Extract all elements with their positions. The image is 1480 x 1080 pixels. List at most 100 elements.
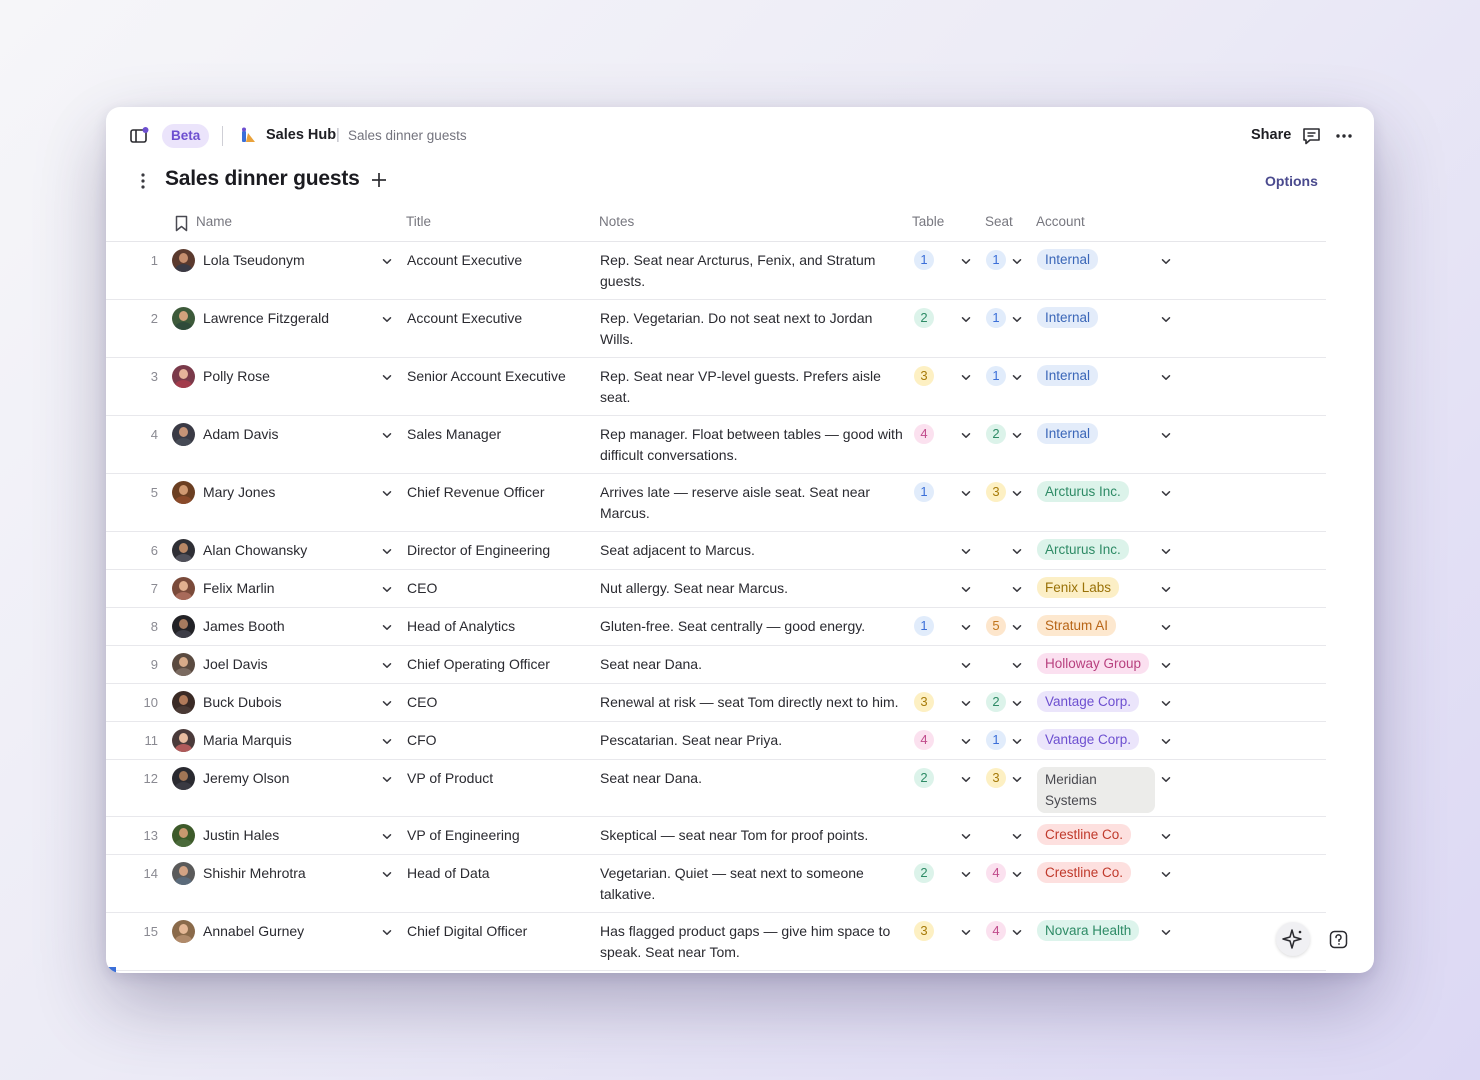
account-dropdown-chevron-icon[interactable] <box>1161 586 1171 593</box>
seat-dropdown-chevron-icon[interactable] <box>1012 662 1022 669</box>
table-row[interactable]: 1 Lola Tseudonym Account Executive Rep. Sea… <box>106 242 1326 300</box>
account-dropdown-chevron-icon[interactable] <box>1161 432 1171 439</box>
seat-dropdown-chevron-icon[interactable] <box>1012 700 1022 707</box>
seat-dropdown-chevron-icon[interactable] <box>1012 833 1022 840</box>
guest-notes[interactable]: Has flagged product gaps — give him spac… <box>600 921 905 963</box>
table-row[interactable]: 6 Alan Chowansky Director of Engineering Se… <box>106 532 1326 570</box>
seat-dropdown-chevron-icon[interactable] <box>1012 316 1022 323</box>
more-icon[interactable] <box>1334 127 1354 145</box>
table-dropdown-chevron-icon[interactable] <box>961 316 971 323</box>
guest-name[interactable]: Felix Marlin <box>203 578 275 599</box>
name-dropdown-chevron-icon[interactable] <box>382 929 392 936</box>
guest-name[interactable]: Lawrence Fitzgerald <box>203 308 329 329</box>
name-dropdown-chevron-icon[interactable] <box>382 316 392 323</box>
guest-name[interactable]: Adam Davis <box>203 424 278 445</box>
guest-name[interactable]: Jeremy Olson <box>203 768 289 789</box>
sidebar-toggle-icon[interactable] <box>130 127 149 144</box>
guest-name[interactable]: Shishir Mehrotra <box>203 863 306 884</box>
table-row[interactable]: 11 Maria Marquis CFO Pescatarian. Seat near… <box>106 722 1326 760</box>
name-dropdown-chevron-icon[interactable] <box>382 548 392 555</box>
account-dropdown-chevron-icon[interactable] <box>1161 700 1171 707</box>
guest-notes[interactable]: Arrives late — reserve aisle seat. Seat … <box>600 482 905 524</box>
account-dropdown-chevron-icon[interactable] <box>1161 662 1171 669</box>
name-dropdown-chevron-icon[interactable] <box>382 833 392 840</box>
account-dropdown-chevron-icon[interactable] <box>1161 929 1171 936</box>
account-dropdown-chevron-icon[interactable] <box>1161 258 1171 265</box>
column-header-name[interactable]: Name <box>196 214 232 229</box>
guest-notes[interactable]: Pescatarian. Seat near Priya. <box>600 730 905 751</box>
guest-name[interactable]: Joel Davis <box>203 654 268 675</box>
table-dropdown-chevron-icon[interactable] <box>961 700 971 707</box>
guest-notes[interactable]: Vegetarian. Quiet — seat next to someone… <box>600 863 905 905</box>
name-dropdown-chevron-icon[interactable] <box>382 258 392 265</box>
guest-name[interactable]: Maria Marquis <box>203 730 292 751</box>
account-dropdown-chevron-icon[interactable] <box>1161 871 1171 878</box>
seat-dropdown-chevron-icon[interactable] <box>1012 432 1022 439</box>
seat-dropdown-chevron-icon[interactable] <box>1012 929 1022 936</box>
account-dropdown-chevron-icon[interactable] <box>1161 316 1171 323</box>
column-header-account[interactable]: Account <box>1036 214 1085 229</box>
guest-name[interactable]: Alan Chowansky <box>203 540 307 561</box>
table-row[interactable]: 4 Adam Davis Sales Manager Rep manager. Flo… <box>106 416 1326 474</box>
guest-notes[interactable]: Rep. Seat near VP-level guests. Prefers … <box>600 366 905 408</box>
table-dropdown-chevron-icon[interactable] <box>961 586 971 593</box>
table-dropdown-chevron-icon[interactable] <box>961 833 971 840</box>
table-row[interactable]: 10 Buck Dubois CEO Renewal at risk — seat T… <box>106 684 1326 722</box>
name-dropdown-chevron-icon[interactable] <box>382 624 392 631</box>
table-dropdown-chevron-icon[interactable] <box>961 258 971 265</box>
table-row[interactable]: 14 Shishir Mehrotra Head of Data Vegetarian… <box>106 855 1326 913</box>
table-dropdown-chevron-icon[interactable] <box>961 432 971 439</box>
options-button[interactable]: Options <box>1265 173 1318 189</box>
guest-notes[interactable]: Rep manager. Float between tables — good… <box>600 424 905 466</box>
guest-notes[interactable]: Seat adjacent to Marcus. <box>600 540 905 561</box>
seat-dropdown-chevron-icon[interactable] <box>1012 586 1022 593</box>
breadcrumb-doc[interactable]: Sales dinner guests <box>348 128 467 143</box>
table-row[interactable]: 13 Justin Hales VP of Engineering Skeptical… <box>106 817 1326 855</box>
account-dropdown-chevron-icon[interactable] <box>1161 738 1171 745</box>
share-button[interactable]: Share <box>1251 127 1291 143</box>
table-row[interactable]: 12 Jeremy Olson VP of Product Seat near Dan… <box>106 760 1326 817</box>
seat-dropdown-chevron-icon[interactable] <box>1012 624 1022 631</box>
seat-dropdown-chevron-icon[interactable] <box>1012 374 1022 381</box>
column-header-seat[interactable]: Seat <box>985 214 1013 229</box>
name-dropdown-chevron-icon[interactable] <box>382 490 392 497</box>
seat-dropdown-chevron-icon[interactable] <box>1012 871 1022 878</box>
name-dropdown-chevron-icon[interactable] <box>382 374 392 381</box>
add-icon[interactable] <box>369 170 389 190</box>
table-row[interactable]: 16Nathan PennerVP of ProductSeat central… <box>106 971 1326 973</box>
table-row[interactable]: 15 Annabel Gurney Chief Digital Officer Has… <box>106 913 1326 971</box>
guest-notes[interactable]: Seat near Dana. <box>600 654 905 675</box>
name-dropdown-chevron-icon[interactable] <box>382 700 392 707</box>
sparkle-icon[interactable] <box>1276 922 1310 956</box>
account-dropdown-chevron-icon[interactable] <box>1161 548 1171 555</box>
name-dropdown-chevron-icon[interactable] <box>382 432 392 439</box>
help-icon[interactable] <box>1329 930 1348 949</box>
bookmark-icon[interactable] <box>175 215 188 232</box>
table-row[interactable]: 8 James Booth Head of Analytics Gluten-free… <box>106 608 1326 646</box>
guest-notes[interactable]: Rep. Vegetarian. Do not seat next to Jor… <box>600 308 905 350</box>
guest-name[interactable]: Buck Dubois <box>203 692 282 713</box>
seat-dropdown-chevron-icon[interactable] <box>1012 776 1022 783</box>
seat-dropdown-chevron-icon[interactable] <box>1012 738 1022 745</box>
account-dropdown-chevron-icon[interactable] <box>1161 776 1171 783</box>
account-dropdown-chevron-icon[interactable] <box>1161 374 1171 381</box>
guest-notes[interactable]: Nut allergy. Seat near Marcus. <box>600 578 905 599</box>
guest-name[interactable]: Justin Hales <box>203 825 279 846</box>
guest-notes[interactable]: Rep. Seat near Arcturus, Fenix, and Stra… <box>600 250 905 292</box>
table-row[interactable]: 2 Lawrence Fitzgerald Account Executive Rep… <box>106 300 1326 358</box>
table-row[interactable]: 5 Mary Jones Chief Revenue Officer Arrives … <box>106 474 1326 532</box>
column-header-table[interactable]: Table <box>912 214 944 229</box>
kebab-icon[interactable] <box>136 171 150 191</box>
account-dropdown-chevron-icon[interactable] <box>1161 833 1171 840</box>
guest-notes[interactable]: Gluten-free. Seat centrally — good energ… <box>600 616 905 637</box>
breadcrumb-hub[interactable]: Sales Hub <box>266 127 336 143</box>
account-dropdown-chevron-icon[interactable] <box>1161 624 1171 631</box>
name-dropdown-chevron-icon[interactable] <box>382 776 392 783</box>
name-dropdown-chevron-icon[interactable] <box>382 586 392 593</box>
comment-icon[interactable] <box>1302 127 1321 145</box>
name-dropdown-chevron-icon[interactable] <box>382 871 392 878</box>
account-dropdown-chevron-icon[interactable] <box>1161 490 1171 497</box>
table-row[interactable]: 9 Joel Davis Chief Operating Officer Seat n… <box>106 646 1326 684</box>
table-dropdown-chevron-icon[interactable] <box>961 929 971 936</box>
seat-dropdown-chevron-icon[interactable] <box>1012 258 1022 265</box>
